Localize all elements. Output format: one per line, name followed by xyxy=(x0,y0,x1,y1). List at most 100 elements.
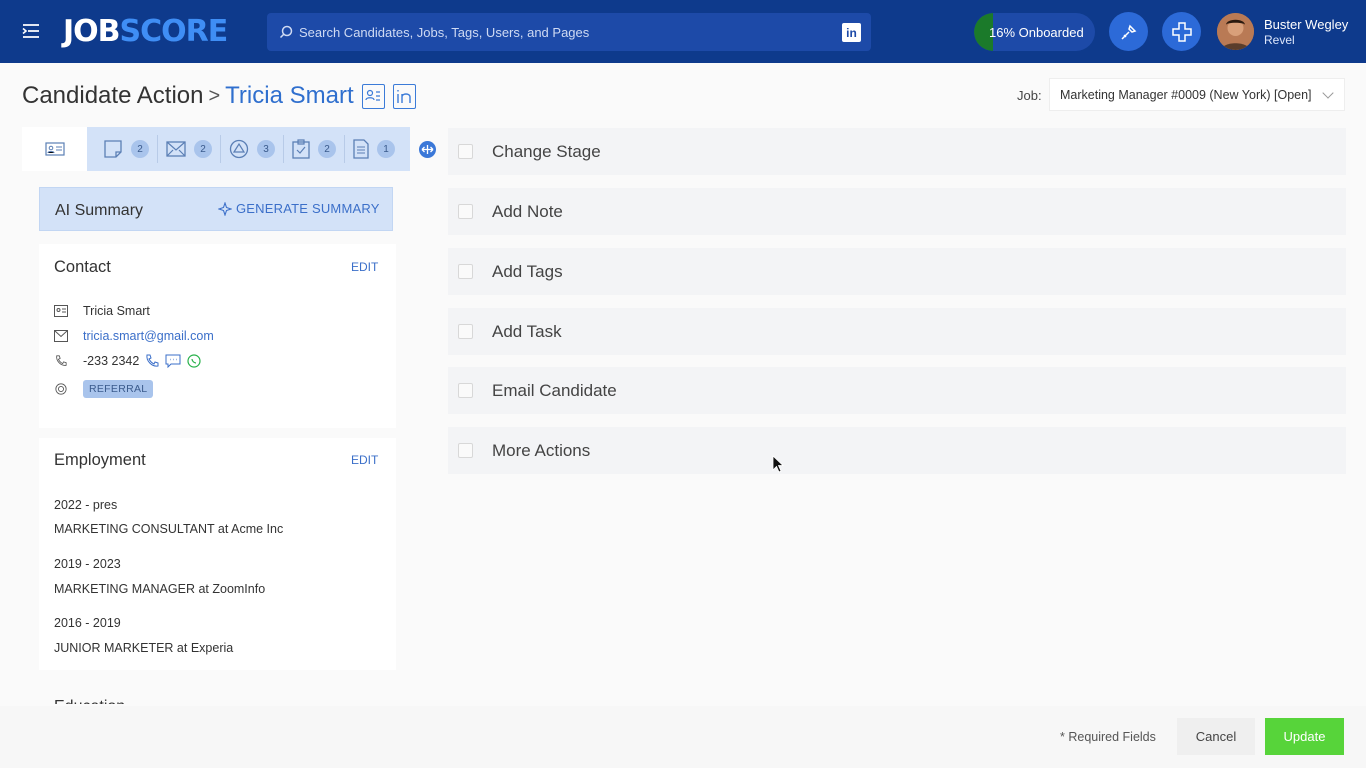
education-title-partial: Education xyxy=(54,698,125,704)
contact-name: Tricia Smart xyxy=(83,304,150,318)
generate-summary-label: GENERATE SUMMARY xyxy=(236,201,380,216)
jobscore-logo[interactable]: JOBSCORE xyxy=(63,14,228,49)
id-card-icon xyxy=(54,305,68,317)
ai-summary-box: AI Summary GENERATE SUMMARY xyxy=(39,187,393,231)
whatsapp-icon[interactable] xyxy=(187,354,201,368)
stages-icon xyxy=(229,139,249,159)
employment-role: MARKETING CONSULTANT at Acme Inc xyxy=(54,522,284,536)
action-checkbox[interactable] xyxy=(458,383,473,398)
action-more-actions[interactable]: More Actions xyxy=(448,427,1346,474)
edit-contact-button[interactable]: EDIT xyxy=(351,260,378,274)
sms-icon[interactable] xyxy=(165,354,181,368)
action-label: More Actions xyxy=(492,440,591,460)
user-organization: Revel xyxy=(1264,33,1295,47)
plus-icon xyxy=(1171,21,1192,42)
sparkle-icon xyxy=(218,201,232,216)
cancel-button[interactable]: Cancel xyxy=(1177,718,1255,755)
tab-count: 2 xyxy=(131,140,149,158)
action-change-stage[interactable]: Change Stage xyxy=(448,128,1346,175)
contact-name-row: Tricia Smart xyxy=(54,304,150,318)
employment-years: 2016 - 2019 xyxy=(54,616,121,630)
menu-toggle-icon[interactable] xyxy=(20,20,42,42)
linkedin-icon[interactable]: in xyxy=(842,23,861,42)
action-add-note[interactable]: Add Note xyxy=(448,188,1346,235)
tab-count: 3 xyxy=(257,140,275,158)
tab-tasks[interactable]: 2 xyxy=(284,135,345,163)
action-label: Email Candidate xyxy=(492,380,617,400)
breadcrumb: Candidate Action > Tricia Smart xyxy=(22,82,416,110)
edit-employment-button[interactable]: EDIT xyxy=(351,453,378,467)
action-checkbox[interactable] xyxy=(458,443,473,458)
employment-role: MARKETING MANAGER at ZoomInfo xyxy=(54,582,266,596)
user-avatar[interactable] xyxy=(1217,13,1254,50)
mail-icon xyxy=(166,141,186,157)
chevron-down-icon xyxy=(1322,87,1334,99)
tab-stages[interactable]: 3 xyxy=(221,135,284,163)
onboarding-label: 16% Onboarded xyxy=(989,24,1084,40)
wrench-icon xyxy=(1120,24,1136,40)
tools-button[interactable] xyxy=(1109,12,1148,51)
ai-summary-title: AI Summary xyxy=(55,202,144,219)
contact-source-row: REFERRAL xyxy=(54,380,154,398)
id-card-icon xyxy=(44,142,65,156)
mouse-pointer-icon xyxy=(772,455,784,473)
add-new-button[interactable] xyxy=(1162,12,1201,51)
search-input[interactable] xyxy=(299,24,819,40)
employment-title: Employment xyxy=(54,451,146,469)
profile-card-icon[interactable] xyxy=(361,83,385,109)
phone-icon xyxy=(56,355,67,366)
employment-years: 2019 - 2023 xyxy=(54,557,121,571)
expand-panel-button[interactable] xyxy=(419,141,436,158)
action-checkbox[interactable] xyxy=(458,324,473,339)
action-label: Add Note xyxy=(492,201,563,221)
job-select-value: Marketing Manager #0009 (New York) [Open… xyxy=(1060,87,1312,102)
action-label: Add Tags xyxy=(492,261,563,281)
action-add-tags[interactable]: Add Tags xyxy=(448,248,1346,295)
action-label: Change Stage xyxy=(492,141,601,161)
employment-role: JUNIOR MARKETER at Experia xyxy=(54,641,234,655)
tab-notes[interactable]: 2 xyxy=(95,135,158,163)
contact-phone: -233 2342 xyxy=(83,354,140,368)
tasks-icon xyxy=(292,139,310,159)
search-icon xyxy=(279,25,293,39)
action-checkbox[interactable] xyxy=(458,204,473,219)
generate-summary-button[interactable]: GENERATE SUMMARY xyxy=(218,201,380,216)
linkedin-profile-icon[interactable] xyxy=(392,83,416,109)
call-icon[interactable] xyxy=(145,354,159,368)
contact-title: Contact xyxy=(54,258,111,276)
employment-panel xyxy=(39,438,396,670)
breadcrumb-separator: > xyxy=(208,84,221,107)
candidate-tabs: 2 2 3 2 1 xyxy=(22,127,410,171)
mail-icon xyxy=(54,330,68,342)
tab-count: 2 xyxy=(194,140,212,158)
action-checkbox[interactable] xyxy=(458,144,473,159)
source-badge: REFERRAL xyxy=(83,380,154,398)
action-email-candidate[interactable]: Email Candidate xyxy=(448,367,1346,414)
resize-arrows-icon xyxy=(421,145,434,154)
footer-bar xyxy=(0,706,1366,768)
tab-profile[interactable] xyxy=(22,127,87,171)
required-fields-note: * Required Fields xyxy=(1060,730,1156,744)
user-name[interactable]: Buster Wegley xyxy=(1264,17,1348,32)
action-checkbox[interactable] xyxy=(458,264,473,279)
document-icon xyxy=(353,139,369,159)
action-add-task[interactable]: Add Task xyxy=(448,308,1346,355)
notes-icon xyxy=(104,140,122,158)
page-title: Candidate Action xyxy=(22,82,204,109)
job-select[interactable]: Marketing Manager #0009 (New York) [Open… xyxy=(1049,78,1345,111)
source-icon xyxy=(55,383,67,395)
tab-documents[interactable]: 1 xyxy=(345,135,403,163)
tab-count: 2 xyxy=(318,140,336,158)
contact-email-link[interactable]: tricia.smart@gmail.com xyxy=(83,329,214,343)
action-label: Add Task xyxy=(492,321,562,341)
employment-years: 2022 - pres xyxy=(54,498,118,512)
onboarding-progress[interactable]: 16% Onboarded xyxy=(974,13,1095,51)
top-navigation-bar: JOBSCORE in 16% Onboarded Buster Wegley … xyxy=(0,0,1366,63)
tab-count: 1 xyxy=(377,140,395,158)
update-button[interactable]: Update xyxy=(1265,718,1344,755)
contact-phone-row: -233 2342 xyxy=(54,354,201,368)
global-search[interactable]: in xyxy=(267,13,871,51)
contact-email-row: tricia.smart@gmail.com xyxy=(54,329,214,343)
candidate-name-link[interactable]: Tricia Smart xyxy=(225,82,353,110)
tab-emails[interactable]: 2 xyxy=(158,135,221,163)
